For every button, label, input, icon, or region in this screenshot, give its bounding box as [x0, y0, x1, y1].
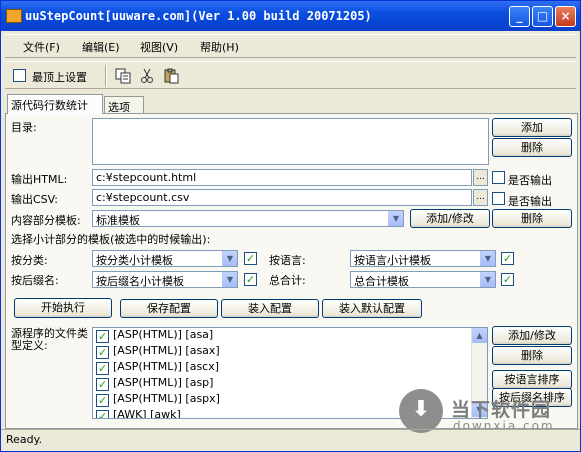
- topmost-label: 最顶上设置: [32, 71, 87, 84]
- scroll-up-icon[interactable]: ▲: [472, 328, 487, 343]
- template-select[interactable]: 标准模板 ▼: [92, 210, 404, 227]
- topmost-checkbox[interactable]: [13, 69, 26, 82]
- menu-help[interactable]: 帮助(H): [200, 39, 239, 55]
- html-output-checkbox[interactable]: [492, 171, 505, 184]
- bylang-checkbox[interactable]: ✓: [501, 252, 514, 265]
- bylang-select[interactable]: 按语言小计模板 ▼: [350, 250, 496, 267]
- filetype-remove-button[interactable]: 删除: [492, 346, 572, 365]
- dir-remove-button[interactable]: 删除: [492, 138, 572, 157]
- list-item-label: [ASP(HTML)] [aspx]: [113, 392, 220, 405]
- byext-checkbox[interactable]: ✓: [244, 273, 257, 286]
- directory-list[interactable]: [92, 118, 489, 165]
- cut-icon[interactable]: [139, 68, 155, 84]
- toolbar: 最顶上设置: [5, 61, 576, 89]
- list-item[interactable]: ✓ [ASP(HTML)] [asa]: [96, 328, 213, 344]
- tab-options[interactable]: 选项: [104, 96, 144, 114]
- csv-browse-button[interactable]: ...: [473, 189, 488, 206]
- title-bar[interactable]: uuStepCount[uuware.com](Ver 1.00 build 2…: [1, 1, 580, 31]
- save-config-button[interactable]: 保存配置: [120, 299, 218, 318]
- minimize-button[interactable]: _: [509, 6, 530, 27]
- csv-output-check-label: 是否输出: [508, 195, 552, 208]
- maximize-button[interactable]: □: [532, 6, 553, 27]
- tab-panel: 目录: 添加 删除 输出HTML: c:¥stepcount.html ... …: [5, 113, 578, 429]
- list-item-label: [ASP(HTML)] [ascx]: [113, 360, 220, 373]
- template-add-button[interactable]: 添加/修改: [410, 209, 490, 228]
- window-title: uuStepCount[uuware.com](Ver 1.00 build 2…: [25, 9, 372, 23]
- paste-icon[interactable]: [163, 68, 179, 84]
- list-item-label: [ASP(HTML)] [asp]: [113, 376, 214, 389]
- html-output-check-label: 是否输出: [508, 174, 552, 187]
- bylang-value: 按语言小计模板: [354, 254, 431, 267]
- app-icon: [6, 9, 22, 23]
- watermark-name: 当下软件园: [451, 399, 552, 421]
- menu-file[interactable]: 文件(F): [23, 39, 60, 55]
- list-item[interactable]: ✓ [AWK] [awk]: [96, 408, 181, 419]
- list-item[interactable]: ✓ [ASP(HTML)] [ascx]: [96, 360, 219, 376]
- bytype-select[interactable]: 按分类小计模板 ▼: [92, 250, 238, 267]
- download-arrow-icon: ⬇: [399, 389, 443, 433]
- filetypes-label: 源程序的文件类型定义:: [11, 327, 88, 352]
- chevron-down-icon: ▼: [480, 251, 495, 266]
- bylang-label: 按语言:: [269, 254, 306, 267]
- template-remove-button[interactable]: 删除: [492, 209, 572, 228]
- dir-add-button[interactable]: 添加: [492, 118, 572, 137]
- csv-output-input[interactable]: c:¥stepcount.csv: [92, 189, 472, 206]
- copy-icon[interactable]: [115, 68, 131, 84]
- list-item[interactable]: ✓ [ASP(HTML)] [asax]: [96, 344, 220, 360]
- html-output-input[interactable]: c:¥stepcount.html: [92, 169, 472, 186]
- chevron-down-icon: ▼: [480, 272, 495, 287]
- list-item[interactable]: ✓ [ASP(HTML)] [aspx]: [96, 392, 220, 408]
- list-item[interactable]: ✓ [ASP(HTML)] [asp]: [96, 376, 213, 392]
- list-item-checkbox[interactable]: ✓: [96, 346, 109, 359]
- chevron-down-icon: ▼: [222, 272, 237, 287]
- list-item-label: [AWK] [awk]: [113, 408, 181, 419]
- start-button[interactable]: 开始执行: [14, 298, 112, 318]
- menu-view[interactable]: 视图(V): [140, 39, 178, 55]
- toolbar-separator: [105, 65, 107, 87]
- list-item-checkbox[interactable]: ✓: [96, 378, 109, 391]
- total-checkbox[interactable]: ✓: [501, 273, 514, 286]
- template-label: 内容部分模板:: [11, 214, 81, 227]
- status-text: Ready.: [6, 433, 43, 446]
- bytype-checkbox[interactable]: ✓: [244, 252, 257, 265]
- tab-line-count[interactable]: 源代码行数统计: [7, 94, 103, 114]
- list-item-checkbox[interactable]: ✓: [96, 394, 109, 407]
- byext-label: 按后缀名:: [11, 274, 59, 287]
- close-button[interactable]: ×: [555, 6, 576, 27]
- chevron-down-icon: ▼: [222, 251, 237, 266]
- csv-output-checkbox[interactable]: [492, 192, 505, 205]
- list-item-label: [ASP(HTML)] [asa]: [113, 328, 214, 341]
- html-label: 输出HTML:: [11, 173, 68, 186]
- subtotal-label: 选择小计部分的模板(被选中的时候输出):: [11, 233, 211, 246]
- sort-by-language-button[interactable]: 按语言排序: [492, 370, 572, 389]
- menu-bar: 文件(F) 编辑(E) 视图(V) 帮助(H): [5, 34, 576, 58]
- main-window: uuStepCount[uuware.com](Ver 1.00 build 2…: [0, 0, 581, 452]
- byext-select[interactable]: 按后缀名小计模板 ▼: [92, 271, 238, 288]
- load-default-config-button[interactable]: 装入默认配置: [322, 299, 422, 318]
- list-item-label: [ASP(HTML)] [asax]: [113, 344, 220, 357]
- template-value: 标准模板: [96, 214, 140, 227]
- html-browse-button[interactable]: ...: [473, 169, 488, 186]
- list-item-checkbox[interactable]: ✓: [96, 330, 109, 343]
- byext-value: 按后缀名小计模板: [96, 275, 184, 288]
- bytype-label: 按分类:: [11, 254, 48, 267]
- total-value: 总合计模板: [354, 275, 409, 288]
- total-select[interactable]: 总合计模板 ▼: [350, 271, 496, 288]
- menu-edit[interactable]: 编辑(E): [82, 39, 120, 55]
- load-config-button[interactable]: 装入配置: [221, 299, 319, 318]
- total-label: 总合计:: [269, 274, 306, 287]
- status-bar: Ready.: [1, 429, 580, 451]
- list-item-checkbox[interactable]: ✓: [96, 362, 109, 375]
- dir-label: 目录:: [11, 121, 37, 134]
- list-item-checkbox[interactable]: ✓: [96, 410, 109, 418]
- filetype-add-button[interactable]: 添加/修改: [492, 326, 572, 345]
- bytype-value: 按分类小计模板: [96, 254, 173, 267]
- chevron-down-icon: ▼: [388, 211, 403, 226]
- csv-label: 输出CSV:: [11, 193, 58, 206]
